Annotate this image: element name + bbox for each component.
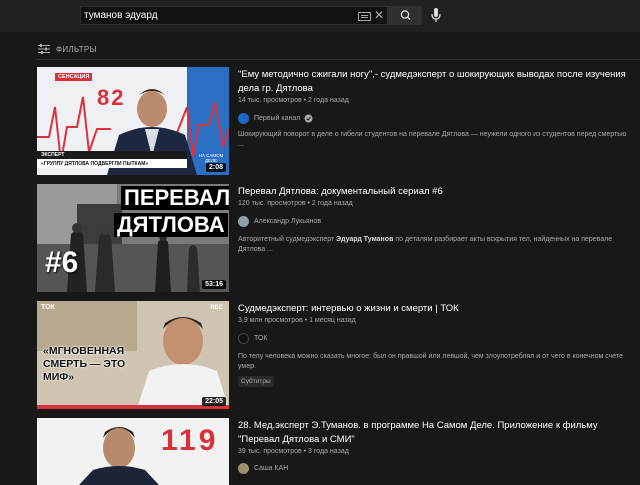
channel-link[interactable]: ТОК bbox=[238, 332, 267, 344]
verified-icon bbox=[304, 114, 313, 122]
subtitles-badge: Субтитры bbox=[238, 376, 274, 387]
video-description: Авторитетный судмедэксперт Эдуард Тумано… bbox=[238, 235, 628, 255]
video-description: Шокирующий поворот в деле о гибели студе… bbox=[238, 131, 627, 148]
filter-icon bbox=[38, 44, 50, 54]
keyboard-icon[interactable] bbox=[358, 12, 371, 21]
search-box[interactable]: ✕ bbox=[80, 6, 388, 25]
channel-avatar bbox=[238, 462, 249, 474]
thumbnail-tag: СЕНСАЦИЯ bbox=[55, 73, 93, 81]
channel-link[interactable]: Саша КАН bbox=[238, 462, 288, 474]
divider bbox=[36, 59, 640, 60]
video-duration: 53:16 bbox=[202, 280, 226, 289]
video-duration: 22:05 bbox=[202, 397, 226, 406]
search-input[interactable] bbox=[81, 7, 354, 24]
thumbnail-caption: «ГРУППУ ДЯТЛОВА ПОДВЕРГЛИ ПЫТКАМ» bbox=[41, 161, 149, 167]
video-duration: 2:08 bbox=[205, 163, 226, 172]
thumbnail-text-line2: ДЯТЛОВА bbox=[114, 213, 228, 237]
thumbnail-number: #6 bbox=[45, 246, 79, 279]
video-title[interactable]: "Ему методично сжигали ногу",- судмедэкс… bbox=[238, 68, 628, 96]
video-meta: 3,9 млн просмотров • 1 месяц назад bbox=[238, 317, 356, 324]
search-button[interactable] bbox=[388, 6, 422, 25]
channel-name: Саша КАН bbox=[254, 464, 289, 472]
video-result[interactable]: ПЕРЕВАЛ ДЯТЛОВА #6 53:16 Перевал Дятлова… bbox=[37, 184, 637, 294]
video-thumbnail[interactable]: ТОК REC «МГНОВЕННАЯ СМЕРТЬ — ЭТО МИФ» 22… bbox=[37, 301, 229, 409]
video-thumbnail[interactable]: СЕНСАЦИЯ 82 ЭКСПЕРТ «ГРУППУ ДЯТЛОВА ПОДВ… bbox=[37, 67, 229, 175]
search-icon bbox=[400, 10, 411, 20]
video-result[interactable]: ТОК REC «МГНОВЕННАЯ СМЕРТЬ — ЭТО МИФ» 22… bbox=[37, 301, 637, 411]
channel-link[interactable]: Первый канал bbox=[238, 112, 313, 124]
video-meta: 120 тыс. просмотров • 2 года назад bbox=[238, 200, 353, 207]
video-title[interactable]: Перевал Дятлова: документальный сериал #… bbox=[238, 185, 628, 199]
channel-avatar bbox=[238, 112, 249, 124]
channel-name: ТОК bbox=[254, 334, 268, 342]
thumbnail-caption-label: ЭКСПЕРТ bbox=[41, 152, 65, 158]
description-text: Авторитетный судмедэксперт bbox=[238, 236, 337, 243]
video-thumbnail[interactable]: 119 bbox=[37, 418, 229, 485]
clear-search-icon[interactable]: ✕ bbox=[373, 8, 385, 23]
video-meta: 39 тыс. просмотров • 3 года назад bbox=[238, 448, 349, 455]
top-bar: ✕ bbox=[0, 0, 640, 32]
thumbnail-number: 119 bbox=[161, 424, 219, 457]
thumbnail-text-line1: ПЕРЕВАЛ bbox=[121, 186, 229, 210]
filters-button[interactable]: ФИЛЬТРЫ bbox=[38, 42, 97, 56]
microphone-icon[interactable] bbox=[430, 7, 442, 24]
video-meta: 14 тыс. просмотров • 2 года назад bbox=[238, 97, 349, 104]
description-highlight: Эдуард Туманов bbox=[336, 236, 394, 243]
channel-link[interactable]: Александр Лукьянов bbox=[238, 215, 321, 227]
channel-name: Первый канал bbox=[254, 114, 301, 122]
thumbnail-rec: REC bbox=[210, 305, 223, 311]
thumbnail-text: «МГНОВЕННАЯ СМЕРТЬ — ЭТО МИФ» bbox=[43, 345, 126, 383]
thumbnail-logo: НА САМОМ ДЕЛЕ bbox=[198, 153, 224, 163]
channel-avatar bbox=[238, 332, 249, 344]
channel-avatar bbox=[238, 215, 249, 227]
video-title[interactable]: 28. Мед.эксперт Э.Туманов. в программе Н… bbox=[238, 419, 628, 447]
channel-name: Александр Лукьянов bbox=[254, 217, 322, 225]
filters-label: ФИЛЬТРЫ bbox=[56, 44, 97, 54]
video-description: По телу человека можно сказать многое: б… bbox=[238, 353, 623, 370]
video-title[interactable]: Судмедэксперт: интервью о жизни и смерти… bbox=[238, 302, 628, 316]
video-result[interactable]: 119 28. Мед.эксперт Э.Туманов. в програм… bbox=[37, 418, 637, 485]
video-thumbnail[interactable]: ПЕРЕВАЛ ДЯТЛОВА #6 53:16 bbox=[37, 184, 229, 292]
thumbnail-logo: ТОК bbox=[41, 304, 55, 311]
thumbnail-number: 82 bbox=[97, 85, 126, 110]
video-result[interactable]: СЕНСАЦИЯ 82 ЭКСПЕРТ «ГРУППУ ДЯТЛОВА ПОДВ… bbox=[37, 67, 637, 177]
